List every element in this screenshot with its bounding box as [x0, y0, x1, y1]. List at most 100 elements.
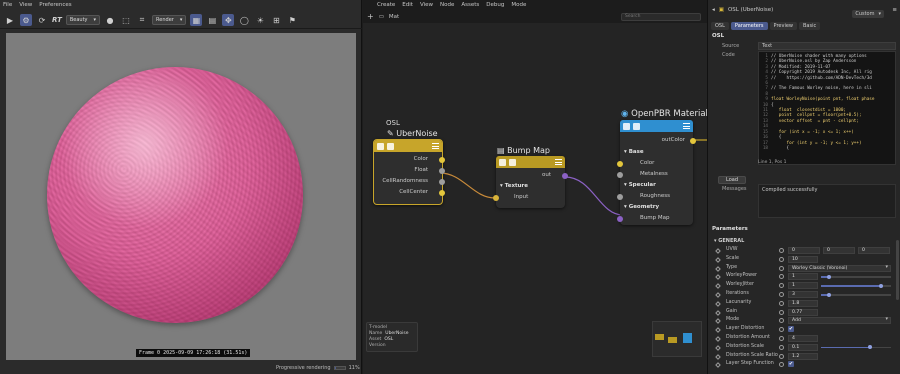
openpbr-node[interactable]: outColor ▾ Base Color Metalness ▾ Specul… [617, 120, 696, 225]
param-value-field[interactable]: 0.77 [788, 308, 818, 316]
layout-select[interactable]: Custom ▾ [852, 10, 884, 18]
keyframe-icon[interactable] [715, 256, 721, 263]
port-base-color-socket[interactable] [617, 161, 623, 167]
override-icon[interactable] [779, 353, 784, 359]
port-input-socket[interactable] [493, 195, 499, 201]
param-slider[interactable] [821, 275, 891, 279]
node-preview-icon[interactable] [509, 158, 516, 166]
ubernoise-node[interactable]: Color Float CellRandomness CellCenter [373, 139, 445, 205]
menu-node[interactable]: Node [440, 2, 454, 9]
tab-osl[interactable]: OSL [711, 22, 729, 30]
menu-debug[interactable]: Debug [486, 2, 504, 9]
menu-icon[interactable]: ≡ [892, 7, 897, 13]
render-image-area[interactable] [6, 33, 356, 360]
keyframe-icon[interactable] [715, 265, 721, 272]
node-menu-icon[interactable] [555, 159, 562, 165]
override-icon[interactable] [779, 336, 784, 341]
override-icon[interactable] [779, 327, 784, 333]
param-value-field[interactable]: 1 [788, 282, 818, 290]
render-icon[interactable]: ▶ [4, 14, 16, 26]
param-vector-field[interactable]: 0 [788, 247, 820, 254]
param-slider[interactable] [821, 292, 891, 296]
override-icon[interactable] [779, 265, 784, 271]
param-vector-field[interactable]: 0 [823, 247, 855, 254]
node-toggle-icon[interactable] [623, 122, 630, 130]
keyframe-icon[interactable] [715, 309, 721, 316]
node-preview-icon[interactable] [387, 142, 394, 150]
port-outcolor-socket[interactable] [690, 138, 696, 144]
keyframe-icon[interactable] [715, 274, 721, 281]
param-slider[interactable] [821, 284, 891, 288]
keyframe-icon[interactable] [715, 344, 721, 351]
port-bumpmap-socket[interactable] [617, 216, 623, 222]
param-value-field[interactable]: 1 [788, 273, 818, 281]
grid-view-icon[interactable]: ▭ [379, 14, 384, 20]
ruler-icon[interactable]: ⊞ [270, 14, 282, 26]
override-icon[interactable] [779, 248, 784, 253]
override-icon[interactable] [779, 309, 784, 315]
keyframe-icon[interactable] [715, 248, 721, 254]
tab-basic[interactable]: Basic [799, 22, 821, 30]
override-icon[interactable] [779, 362, 784, 368]
crop-icon[interactable]: ⌗ [136, 14, 148, 26]
source-select[interactable]: Text [758, 42, 896, 50]
override-icon[interactable] [779, 318, 784, 324]
override-icon[interactable] [779, 256, 784, 262]
param-value-field[interactable]: 1.2 [788, 352, 818, 360]
keyframe-icon[interactable] [715, 300, 721, 307]
menu-file[interactable]: File [3, 2, 12, 9]
zoom-fit-icon[interactable]: ✥ [222, 14, 235, 26]
keyframe-icon[interactable] [715, 318, 721, 325]
node-preview-icon[interactable] [633, 122, 640, 130]
param-value-field[interactable]: 10 [788, 255, 818, 263]
code-editor[interactable]: 1// UberNoise shader with many options 2/… [758, 51, 896, 165]
param-value-field[interactable]: 4 [788, 335, 818, 342]
ubernoise-node-header[interactable] [374, 140, 442, 152]
camera-select[interactable]: Render ▾ [152, 15, 187, 25]
menu-assets[interactable]: Assets [461, 2, 479, 9]
port-color-socket[interactable] [439, 157, 445, 163]
keyframe-icon[interactable] [715, 327, 721, 334]
override-icon[interactable] [779, 274, 784, 280]
keyframe-icon[interactable] [715, 336, 721, 342]
ipr-icon[interactable]: ⚙ [20, 14, 32, 26]
nav-left-icon[interactable]: ◂ [712, 7, 715, 13]
add-tab-icon[interactable]: + [367, 12, 374, 21]
node-toggle-icon[interactable] [499, 158, 506, 166]
keyframe-icon[interactable] [715, 283, 721, 290]
color-swatch-icon[interactable]: ● [104, 14, 116, 26]
node-menu-icon[interactable] [683, 123, 690, 129]
keyframe-icon[interactable] [715, 353, 721, 360]
port-cellrandomness-socket[interactable] [439, 179, 445, 185]
menu-edit[interactable]: Edit [402, 2, 413, 9]
override-icon[interactable] [779, 344, 784, 350]
menu-create[interactable]: Create [377, 2, 395, 9]
port-metalness-socket[interactable] [617, 172, 623, 178]
openpbr-node-header[interactable] [620, 120, 693, 132]
keyframe-icon[interactable] [715, 362, 721, 369]
menu-preferences[interactable]: Preferences [39, 2, 71, 9]
flag-icon[interactable]: ⚑ [286, 14, 298, 26]
node-toggle-icon[interactable] [377, 142, 384, 150]
param-select[interactable]: Add [788, 317, 891, 325]
override-icon[interactable] [779, 292, 784, 297]
general-group[interactable]: ▾ GENERAL [714, 238, 744, 244]
tab-parameters[interactable]: Parameters [730, 22, 768, 30]
port-float-socket[interactable] [439, 168, 445, 174]
channel-select[interactable]: Beauty ▾ [65, 15, 101, 25]
param-select[interactable]: Worley Classic (Voronoi) [788, 264, 891, 272]
grid-icon[interactable]: ▦ [190, 14, 203, 26]
menu-mode[interactable]: Mode [511, 2, 526, 9]
override-icon[interactable] [779, 300, 784, 306]
param-checkbox[interactable]: ✔ [788, 326, 794, 333]
refresh-icon[interactable]: ⟳ [36, 14, 48, 26]
node-menu-icon[interactable] [432, 143, 439, 149]
aov-icon[interactable]: ▤ [206, 14, 218, 26]
node-minimap[interactable] [652, 321, 702, 357]
port-cellcenter-socket[interactable] [439, 190, 445, 196]
rt-toggle[interactable]: RT [52, 16, 62, 24]
tab-preview[interactable]: Preview [769, 22, 797, 30]
param-value-field[interactable]: 0.1 [788, 343, 818, 351]
attributes-scrollbar[interactable] [896, 240, 899, 300]
menu-view[interactable]: View [420, 2, 433, 9]
